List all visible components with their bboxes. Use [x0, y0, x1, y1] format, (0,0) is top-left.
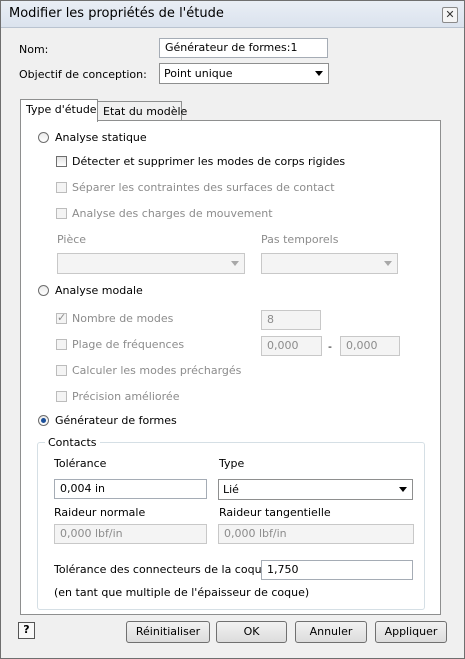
- tab-model-state-label: Etat du modèle: [103, 105, 188, 118]
- objective-label: Objectif de conception:: [19, 68, 147, 81]
- tab-model-state[interactable]: Etat du modèle: [97, 101, 187, 122]
- preloaded-modes-checkbox[interactable]: [56, 365, 67, 376]
- tangent-stiffness-input[interactable]: 0,000 lbf/in: [218, 524, 414, 544]
- num-modes-input[interactable]: 8: [261, 310, 321, 330]
- rigid-modes-checkbox[interactable]: [56, 156, 67, 167]
- modal-analysis-label: Analyse modale: [55, 284, 143, 297]
- close-icon[interactable]: ✕: [442, 7, 458, 23]
- shell-connector-note: (en tant que multiple de l'épaisseur de …: [54, 586, 310, 599]
- motion-loads-label: Analyse des charges de mouvement: [72, 207, 273, 220]
- piece-label: Pièce: [57, 233, 87, 246]
- contact-type-select[interactable]: Lié: [218, 479, 413, 500]
- freq-range-checkbox[interactable]: [56, 339, 67, 350]
- contact-type-value: Lié: [223, 483, 239, 496]
- rigid-modes-label: Détecter et supprimer les modes de corps…: [72, 155, 346, 168]
- contacts-group-title: Contacts: [45, 436, 100, 449]
- chevron-down-icon: [231, 261, 239, 266]
- num-modes-checkbox[interactable]: [56, 311, 67, 324]
- shell-connector-tolerance-label: Tolérance des connecteurs de la coque: [54, 563, 269, 576]
- separate-contacts-checkbox[interactable]: [56, 182, 67, 193]
- freq-range-separator: -: [328, 340, 332, 353]
- tab-study-type[interactable]: Type d'étude: [20, 99, 98, 122]
- objective-select[interactable]: Point unique: [159, 63, 329, 84]
- chevron-down-icon: [384, 261, 392, 266]
- preloaded-modes-label: Calculer les modes préchargés: [72, 364, 242, 377]
- chevron-down-icon: [399, 487, 407, 492]
- apply-button[interactable]: Appliquer: [375, 621, 447, 643]
- freq-max-input[interactable]: 0,000: [340, 336, 400, 356]
- static-analysis-radio[interactable]: [38, 132, 49, 143]
- piece-select[interactable]: [57, 253, 245, 274]
- cancel-button[interactable]: Annuler: [295, 621, 367, 643]
- objective-value: Point unique: [164, 67, 233, 80]
- motion-loads-checkbox[interactable]: [56, 208, 67, 219]
- ok-button[interactable]: OK: [216, 621, 287, 643]
- study-properties-dialog: Modifier les propriétés de l'étude ✕ Nom…: [0, 0, 465, 659]
- separate-contacts-label: Séparer les contraintes des surfaces de …: [72, 181, 335, 194]
- time-steps-label: Pas temporels: [261, 233, 339, 246]
- chevron-down-icon: [315, 71, 323, 76]
- tangent-stiffness-label: Raideur tangentielle: [219, 506, 331, 519]
- tolerance-input[interactable]: 0,004 in: [54, 479, 207, 499]
- shell-connector-tolerance-input[interactable]: 1,750: [261, 560, 413, 580]
- improved-precision-checkbox[interactable]: [56, 391, 67, 402]
- tolerance-label: Tolérance: [54, 457, 107, 470]
- static-analysis-label: Analyse statique: [55, 131, 147, 144]
- help-icon[interactable]: ?: [18, 622, 35, 639]
- reset-button[interactable]: Réinitialiser: [126, 621, 210, 643]
- window-title: Modifier les propriétés de l'étude: [9, 6, 224, 21]
- contact-type-label: Type: [219, 457, 245, 470]
- shape-generator-label: Générateur de formes: [55, 414, 177, 427]
- num-modes-label: Nombre de modes: [72, 312, 174, 325]
- name-input[interactable]: Générateur de formes:1: [159, 38, 328, 58]
- improved-precision-label: Précision améliorée: [72, 390, 180, 403]
- shape-generator-radio[interactable]: [38, 415, 49, 426]
- freq-range-label: Plage de fréquences: [72, 338, 185, 351]
- normal-stiffness-input[interactable]: 0,000 lbf/in: [54, 524, 207, 544]
- normal-stiffness-label: Raideur normale: [54, 506, 146, 519]
- freq-min-input[interactable]: 0,000: [261, 336, 322, 356]
- title-bar: Modifier les propriétés de l'étude ✕: [1, 1, 464, 28]
- modal-analysis-radio[interactable]: [38, 285, 49, 296]
- tab-study-type-label: Type d'étude: [26, 103, 97, 116]
- time-steps-select[interactable]: [261, 253, 398, 274]
- name-label: Nom:: [19, 43, 49, 56]
